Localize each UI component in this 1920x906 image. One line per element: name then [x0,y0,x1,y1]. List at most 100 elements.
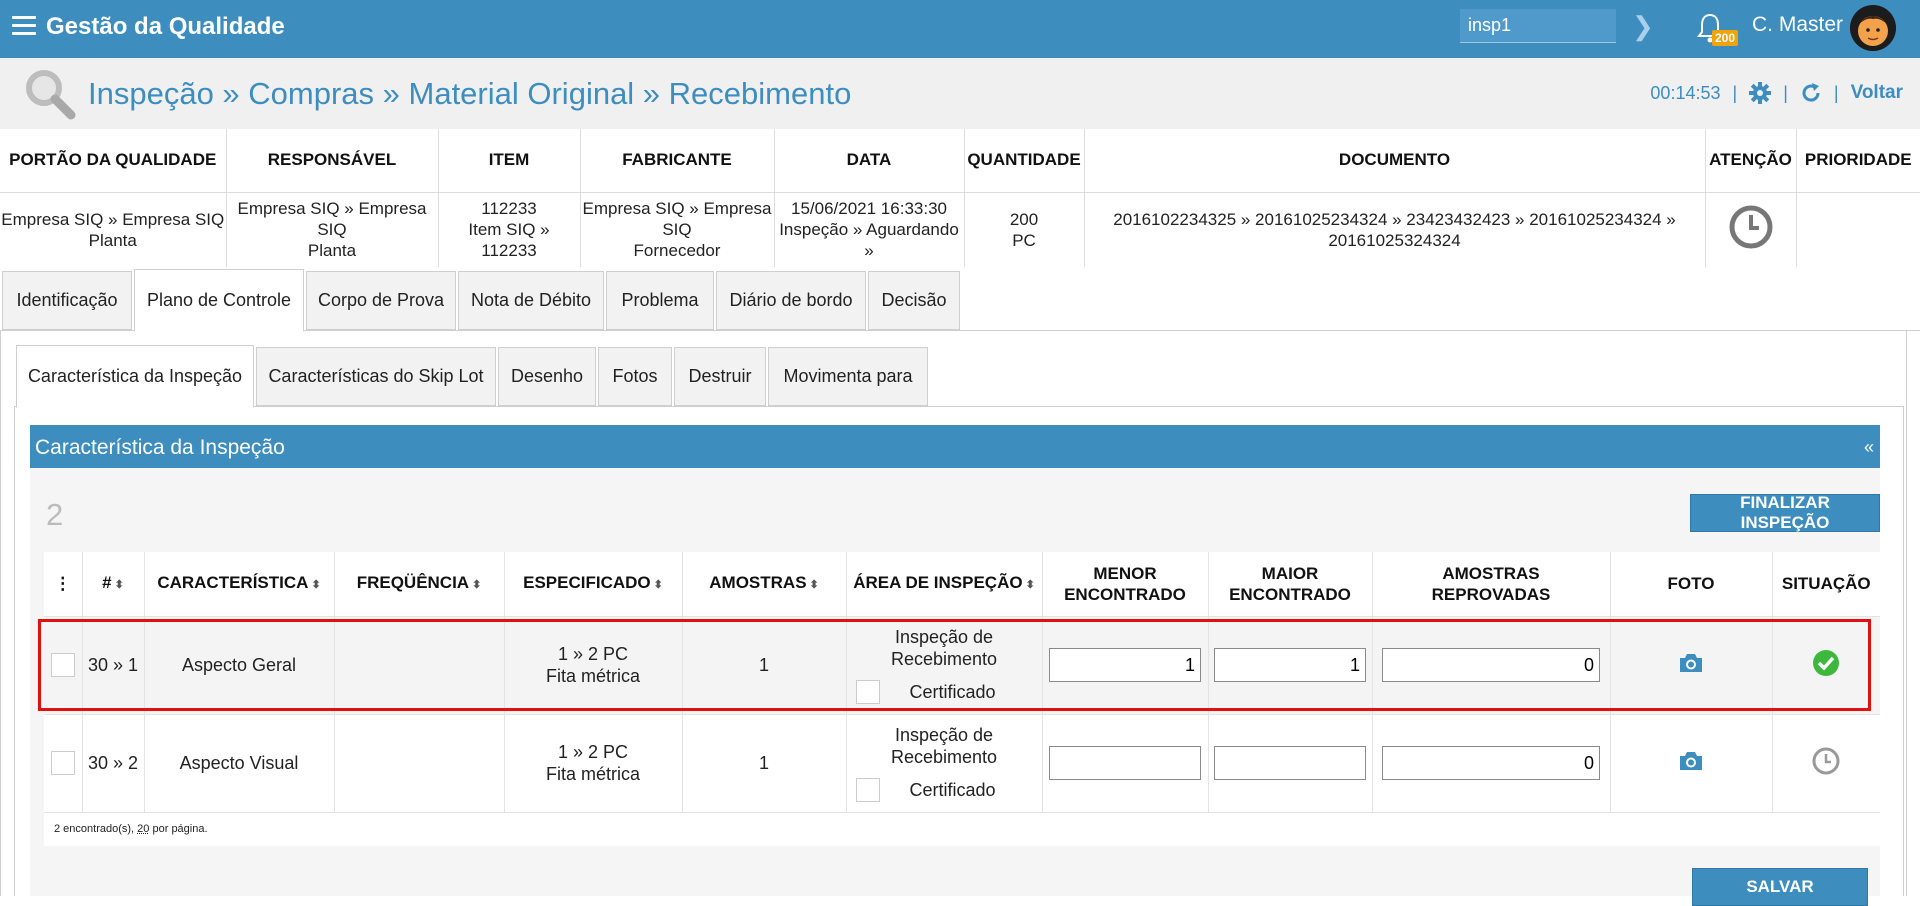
row-especificado: 1 » 2 PC Fita métrica [504,713,683,812]
tab-caracteristicas-skip-lot[interactable]: Características do Skip Lot [256,347,496,406]
table-footer: 2 encontrado(s), 20 por página. [44,811,1880,846]
finalize-inspection-button[interactable]: FINALIZAR INSPEÇÃO [1690,493,1880,532]
prioridade-value [1796,192,1920,267]
user-name[interactable]: C. Master [1752,13,1843,37]
collapse-icon[interactable]: « [1864,437,1874,458]
portao-line-1: Empresa SIQ » Empresa SIQ [1,209,225,229]
header-item: ITEM [438,129,581,193]
portao-value: Empresa SIQ » Empresa SIQ Planta [0,192,227,267]
found-count: 2 encontrado(s), [54,823,135,836]
tab-identificacao[interactable]: Identificação [2,271,132,330]
header-documento: DOCUMENTO [1084,129,1706,193]
col-num-label: # [102,572,112,592]
col-maior-line-2: ENCONTRADO [1229,584,1351,604]
col-especificado-label: ESPECIFICADO [523,572,651,592]
col-reprov-line-1: AMOSTRAS [1442,563,1540,583]
gear-icon[interactable] [1749,82,1772,104]
portao-line-2: Planta [88,230,137,250]
col-caracteristica[interactable]: CARACTERÍSTICA ⬍ [144,552,335,616]
sort-icon: ⬍ [809,578,819,591]
highlight-box [38,619,1871,711]
col-foto: FOTO [1610,552,1773,616]
row-situacao [1772,713,1880,812]
certificado-checkbox[interactable] [855,778,880,802]
hamburger-menu-icon[interactable] [12,16,36,36]
tab-caracteristica-da-inspecao[interactable]: Característica da Inspeção [16,345,254,408]
per-page-link[interactable]: 20 [137,823,149,835]
responsavel-line-1: Empresa SIQ » Empresa SIQ [237,199,427,240]
col-frequencia[interactable]: FREQÜÊNCIA ⬍ [334,552,505,616]
maior-encontrado-input[interactable] [1214,746,1366,780]
pagination-info: 2 encontrado(s), 20 por página. [44,811,1880,846]
top-bar: Gestão da Qualidade ❯ 200 C. Master [0,0,1920,58]
tab-problema[interactable]: Problema [606,271,714,330]
data-line-2: Inspeção » Aguardando » [779,220,959,261]
tab-plano-de-controle[interactable]: Plano de Controle [134,269,304,332]
separator: | [1783,82,1788,103]
header-quantidade: QUANTIDADE [964,129,1085,193]
col-frequencia-label: FREQÜÊNCIA [356,572,470,592]
responsavel-line-2: Planta [307,241,357,261]
clock-icon [1729,205,1772,249]
data-value: 15/06/2021 16:33:30 Inspeção » Aguardando… [774,192,965,267]
tab-corpo-de-prova[interactable]: Corpo de Prova [306,271,456,330]
sort-icon: ⬍ [311,578,321,591]
item-line-1: 112233 [481,199,537,219]
item-value: 112233 Item SIQ » 112233 [438,192,581,267]
clock-icon [1812,747,1840,774]
fabricante-value: Empresa SIQ » Empresa SIQ Fornecedor [580,192,775,267]
search-magnifier-icon [26,70,76,120]
chevron-right-icon[interactable]: ❯ [1632,11,1654,42]
refresh-icon[interactable] [1800,82,1822,104]
row-menu-icon[interactable]: ⋮ [44,552,83,616]
item-line-2: Item SIQ » 112233 [468,220,550,261]
row-select-cell [44,713,83,812]
col-area[interactable]: ÁREA DE INSPEÇÃO ⬍ [846,552,1043,616]
row-caracteristica: Aspecto Visual [144,713,335,812]
back-link[interactable]: Voltar [1851,82,1903,104]
sort-icon: ⬍ [472,578,482,591]
tab-nota-de-debito[interactable]: Nota de Débito [458,271,604,330]
notification-badge: 200 [1712,30,1739,46]
table-row[interactable]: 30 » 2 Aspecto Visual 1 » 2 PC Fita métri… [44,713,1880,812]
col-especificado[interactable]: ESPECIFICADO ⬍ [504,552,683,616]
tab-fotos[interactable]: Fotos [598,347,672,406]
col-menor-line-2: ENCONTRADO [1064,584,1186,604]
tab-destruir[interactable]: Destruir [674,347,766,406]
menor-encontrado-input[interactable] [1049,746,1201,780]
col-area-label: ÁREA DE INSPEÇÃO [853,572,1023,592]
tab-decisao[interactable]: Decisão [868,271,960,330]
timer: 00:14:53 [1650,82,1721,103]
tab-diario-de-bordo[interactable]: Diário de bordo [716,271,866,330]
tab-desenho[interactable]: Desenho [498,347,596,406]
col-situacao: SITUAÇÃO [1772,552,1880,616]
quantidade-line-1: 200 [1009,209,1039,229]
separator: | [1732,82,1738,103]
col-num[interactable]: # ⬍ [82,552,145,616]
tab-movimenta-para[interactable]: Movimenta para [768,347,928,406]
record-count: 2 [46,497,64,532]
camera-icon[interactable] [1678,750,1704,772]
especificado-line-2: Fita métrica [545,764,641,784]
inspection-info-table: PORTÃO DA QUALIDADE RESPONSÁVEL ITEM FAB… [0,129,1920,267]
col-reprov-line-2: REPROVADAS [1431,584,1551,604]
panel-title: Característica da Inspeção [35,436,285,459]
amostras-reprovadas-input[interactable] [1382,746,1600,780]
row-maior-cell [1208,713,1373,812]
fabricante-line-2: Fornecedor [633,241,721,261]
row-foto [1610,713,1773,812]
search-input[interactable] [1460,9,1616,43]
avatar[interactable] [1850,5,1896,51]
col-menor-line-1: MENOR [1093,563,1157,583]
row-checkbox[interactable] [50,751,75,776]
save-button[interactable]: SALVAR [1692,868,1868,906]
header-data: DATA [774,129,965,193]
col-maior-line-1: MAIOR [1261,563,1319,583]
col-maior-encontrado: MAIOR ENCONTRADO [1208,552,1373,616]
col-amostras[interactable]: AMOSTRAS ⬍ [682,552,847,616]
row-frequencia [334,713,505,812]
data-line-1: 15/06/2021 16:33:30 [791,199,947,219]
row-amostras: 1 [682,713,847,812]
especificado-line-1: 1 » 2 PC [557,742,629,762]
documento-value: 20161022343​25 » 20161025234324 » 234234… [1084,192,1706,267]
